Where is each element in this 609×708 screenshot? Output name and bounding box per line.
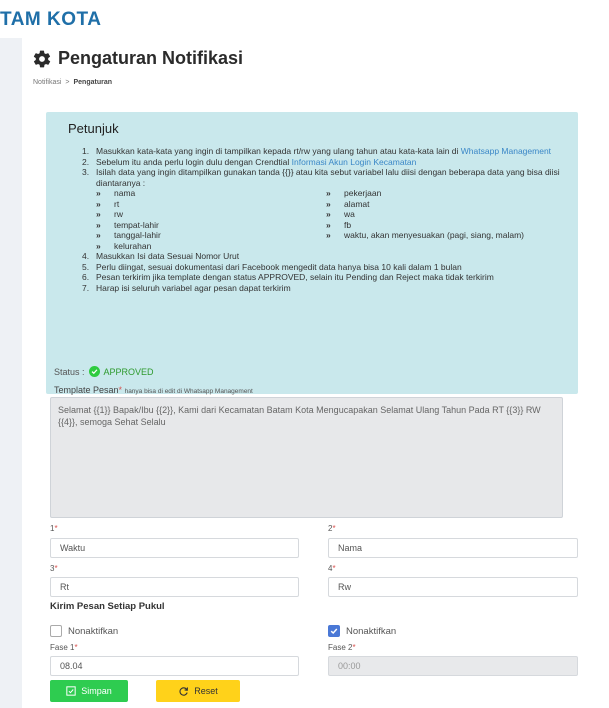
reset-button[interactable]: Reset [156, 680, 240, 702]
chevron-double-right-icon: » [326, 209, 331, 219]
fase-1-input[interactable] [50, 656, 299, 676]
save-button[interactable]: Simpan [50, 680, 128, 702]
breadcrumb-separator: > [65, 79, 70, 86]
variable-3-input[interactable] [50, 577, 299, 597]
variable-item: » nama [96, 188, 136, 198]
step-5: 5. Perlu diingat, sesuai dokumentasi dar… [82, 261, 462, 272]
check-circle-icon [88, 366, 100, 377]
step-1: 1. Masukkan kata-kata yang ingin di tamp… [82, 146, 552, 156]
fase-1-label: Fase 1* [50, 643, 78, 652]
chevron-double-right-icon: » [96, 219, 101, 230]
chevron-double-right-icon: » [326, 198, 331, 209]
field-3-label: 3* [50, 564, 58, 573]
refresh-icon [179, 686, 189, 696]
brand-text: TAM KOTA [0, 9, 102, 30]
whatsapp-management-link[interactable]: Whatsapp Management [461, 146, 551, 156]
akun-login-link[interactable]: Informasi Akun Login Kecamatan [292, 157, 417, 167]
fase-1-disable-toggle[interactable]: Nonaktifkan [50, 625, 118, 637]
checkbox-label: Nonaktifkan [346, 625, 397, 637]
template-note: hanya bisa di edit di Whatsapp Managemen… [124, 388, 253, 395]
variable-item: » pekerjaan [326, 188, 382, 198]
chevron-double-right-icon: » [96, 188, 101, 198]
variable-item: » waktu, akan menyesuakan (pagi, siang, m… [326, 230, 525, 240]
breadcrumb-parent[interactable]: Notifikasi [33, 79, 61, 86]
step-3: 3. Isilah data yang ingin ditampilkan gu… [82, 167, 560, 188]
variable-item: » rw [96, 209, 123, 219]
chevron-double-right-icon: » [96, 198, 101, 209]
variable-list: » nama » pekerjaan » rt » alamat » rw » wa » te… [96, 188, 572, 251]
brand-bar: TAM KOTA [0, 0, 609, 38]
fase-2-input [328, 656, 578, 676]
variable-2-input[interactable] [328, 538, 578, 558]
template-status: Status : APPROVED [54, 366, 154, 377]
variable-item: » rt [96, 198, 120, 209]
variable-item: » fb [326, 219, 352, 230]
instructions-title: Petunjuk [68, 121, 119, 136]
chevron-double-right-icon: » [326, 230, 331, 240]
step-4: 4. Masukkan Isi data Sesuai Nomor Urut [82, 251, 240, 261]
variable-item: » tanggal-lahir [96, 230, 161, 240]
field-1-label: 1* [50, 524, 58, 533]
status-label: Status : [54, 366, 85, 377]
chevron-double-right-icon: » [326, 188, 331, 198]
chevron-double-right-icon: » [96, 209, 101, 219]
save-icon [66, 686, 76, 696]
gear-icon [33, 50, 51, 67]
instructions-panel: Petunjuk 1. Masukkan kata-kata yang ingi… [46, 112, 578, 394]
checkbox-checked[interactable] [328, 625, 340, 637]
checkbox[interactable] [50, 625, 62, 637]
variable-item: » tempat-lahir [96, 219, 159, 230]
step-6: 6. Pesan terkirim jika template dengan s… [82, 272, 494, 282]
instructions-list: 1. Masukkan kata-kata yang ingin di tamp… [82, 146, 572, 293]
required-marker: * [118, 385, 123, 395]
variable-1-input[interactable] [50, 538, 299, 558]
breadcrumb-current: Pengaturan [73, 79, 113, 86]
step-7: 7. Harap isi seluruh variabel agar pesan… [82, 282, 291, 293]
status-badge: APPROVED [103, 366, 154, 377]
template-label: Template Pesan* hanya bisa di edit di Wh… [54, 385, 253, 395]
field-2-label: 2* [328, 524, 336, 533]
breadcrumb: Notifikasi > Pengaturan [33, 79, 112, 86]
variable-item: » wa [326, 209, 355, 219]
field-4-label: 4* [328, 564, 336, 573]
chevron-double-right-icon: » [326, 219, 331, 230]
step-2: 2. Sebelum itu anda perlu login dulu den… [82, 156, 417, 167]
chevron-double-right-icon: » [96, 240, 101, 251]
template-textarea[interactable]: Selamat {{1}} Bapak/Ibu {{2}}, Kami dari… [50, 397, 563, 518]
variable-item: » kelurahan [96, 240, 152, 251]
variable-4-input[interactable] [328, 577, 578, 597]
fase-2-disable-toggle[interactable]: Nonaktifkan [328, 625, 396, 637]
fase-2-label: Fase 2* [328, 643, 356, 652]
checkbox-label: Nonaktifkan [68, 625, 119, 637]
chevron-double-right-icon: » [96, 230, 101, 240]
page-header: Pengaturan Notifikasi [32, 48, 243, 69]
variable-item: » alamat [326, 198, 370, 209]
page-title: Pengaturan Notifikasi [58, 48, 244, 68]
schedule-title: Kirim Pesan Setiap Pukul [50, 601, 165, 612]
